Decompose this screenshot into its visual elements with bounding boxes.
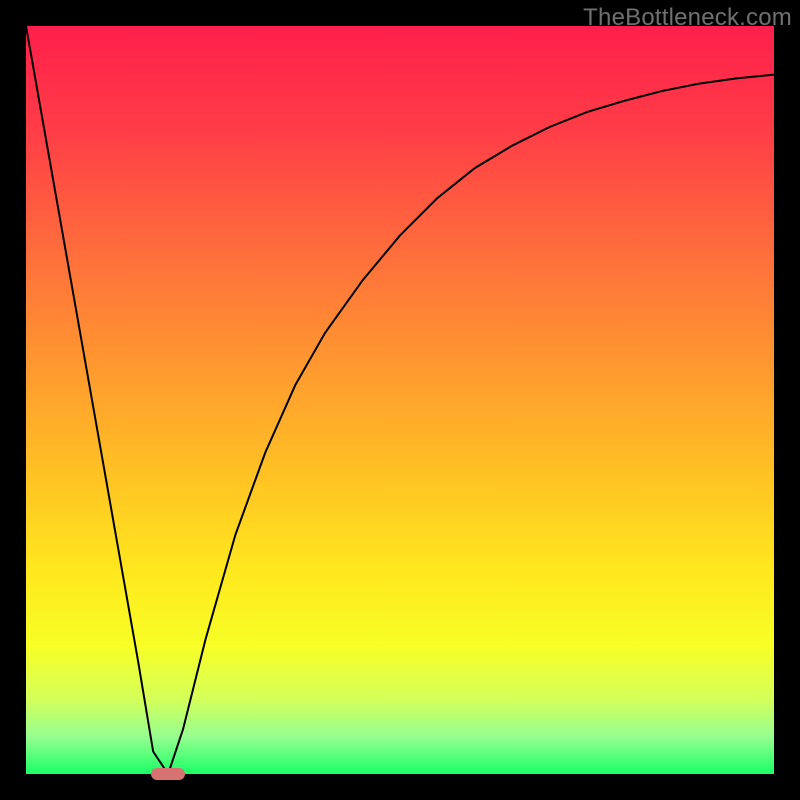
- bottleneck-curve: [26, 26, 774, 774]
- chart-frame: TheBottleneck.com: [0, 0, 800, 800]
- plot-area: [26, 26, 774, 774]
- optimal-marker: [151, 768, 185, 780]
